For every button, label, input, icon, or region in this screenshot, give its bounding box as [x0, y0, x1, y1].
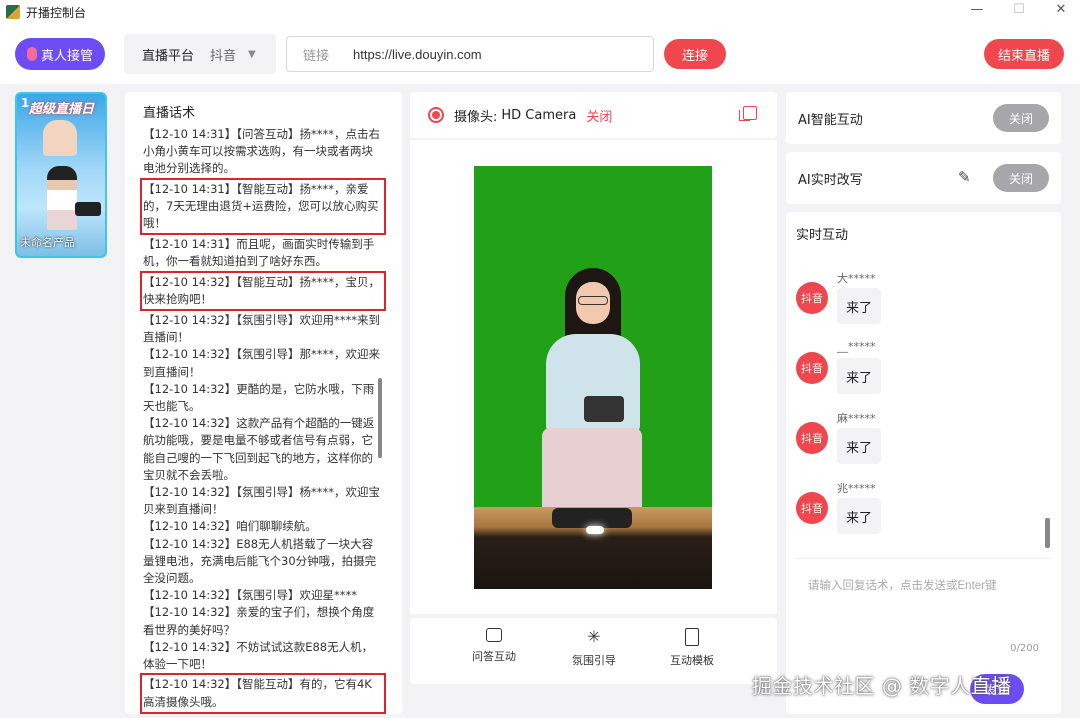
thumbnail-presenter-image	[43, 120, 77, 156]
script-item: 【12-10 14:32】【氛围引导】杨****，欢迎宝贝来到直播间！	[143, 485, 380, 517]
human-takeover-button[interactable]: 真人接管	[15, 38, 105, 70]
chat-username: 兆*****	[837, 482, 876, 495]
message-icon	[486, 628, 502, 642]
function-tabs: 问答互动 ✳ 氛围引导 互动模板	[410, 618, 777, 684]
chat-username: 大*****	[837, 272, 876, 285]
ai-rewrite-toggle[interactable]: 关闭	[993, 164, 1049, 192]
chat-username: 麻*****	[837, 412, 876, 425]
script-panel-title: 直播话术	[143, 106, 196, 121]
camera-bar: 摄像头: HD Camera 关闭	[410, 92, 777, 138]
script-item: 【12-10 14:32】亲爱的宝子们，想换个角度看世界的美好吗？	[143, 605, 375, 637]
script-item: 【12-10 14:32】【氛围引导】欢迎用****来到直播间！	[143, 313, 380, 345]
connect-button[interactable]: 连接	[664, 39, 726, 69]
chevron-down-icon: ▼	[248, 48, 256, 60]
title-bar: 开播控制台 — ☐ ✕	[0, 0, 1080, 24]
platform-avatar: 抖音	[796, 352, 828, 384]
ai-interact-label: AI智能互动	[798, 113, 863, 128]
script-item: 【12-10 14:32】E88无人机搭载了一块大容量锂电池，充满电后能飞个30…	[143, 536, 377, 586]
tab-label: 问答互动	[472, 650, 516, 663]
tab-label: 互动模板	[670, 654, 714, 667]
chat-message: 抖音 大***** 来了	[796, 270, 1036, 330]
char-counter: 0/200	[1010, 643, 1039, 654]
chat-scrollbar[interactable]	[1045, 518, 1050, 548]
script-item: 【12-10 14:32】这款产品有个超酷的一键返航功能哦，要是电量不够或者信号…	[143, 416, 375, 482]
drone-image	[584, 396, 624, 422]
close-window-button[interactable]: ✕	[1046, 2, 1076, 17]
minimize-button[interactable]: —	[962, 2, 992, 17]
document-icon	[685, 628, 699, 646]
script-item: 【12-10 14:31】而且呢，画面实时传输到手机，你一看就知道拍到了啥好东西…	[143, 237, 375, 269]
chat-bubble: 来了	[837, 498, 881, 534]
reply-input[interactable]	[808, 577, 1040, 637]
end-live-button[interactable]: 结束直播	[984, 39, 1064, 69]
drone-image	[552, 508, 632, 528]
live-interact-title: 实时互动	[796, 228, 849, 243]
ai-interact-panel: AI智能互动 关闭	[786, 92, 1061, 144]
record-icon[interactable]	[428, 107, 444, 123]
script-item: 【12-10 14:32】【氛围引导】欢迎星****	[143, 588, 357, 603]
chat-bubble: 来了	[837, 358, 881, 394]
script-item-highlighted: 【12-10 14:32】【智能互动】扬****，宝贝，快来抢购吧！	[140, 270, 386, 312]
platform-avatar: 抖音	[796, 422, 828, 454]
platform-select[interactable]: 直播平台 抖音 ▼	[124, 34, 276, 74]
platform-label: 直播平台	[142, 48, 195, 64]
tab-template[interactable]: 互动模板	[652, 628, 732, 668]
edit-icon[interactable]: ✎	[958, 168, 971, 186]
script-item: 【12-10 14:32】咱们聊聊续航。	[143, 519, 317, 534]
thumbnail-drone-image	[75, 202, 101, 216]
chat-bubble: 来了	[837, 428, 881, 464]
camera-preview	[474, 166, 712, 589]
camera-off-button[interactable]: 关闭	[586, 106, 612, 125]
platform-value: 抖音	[210, 48, 237, 64]
chat-message: 抖音 __***** 来了	[796, 340, 1036, 400]
maximize-button[interactable]: ☐	[1004, 2, 1034, 17]
camera-name: HD Camera	[501, 107, 577, 123]
live-interact-panel: 实时互动 抖音 大***** 来了 抖音 __***** 来了 抖音 麻****…	[786, 212, 1061, 714]
script-item-highlighted: 【12-10 14:32】【智能互动】有的，它有4K高清摄像头哦。	[140, 673, 386, 714]
reply-box: 0/200	[796, 558, 1051, 662]
watermark: 掘金技术社区 @ 数字人直播	[752, 674, 1012, 698]
script-scrollbar[interactable]	[378, 378, 382, 458]
product-banner: 超级直播日	[29, 102, 95, 117]
human-takeover-label: 真人接管	[40, 48, 93, 64]
copy-icon[interactable]	[739, 106, 757, 121]
script-item: 【12-10 14:32】【氛围引导】那****，欢迎来到直播间！	[143, 347, 380, 379]
window-title: 开播控制台	[26, 5, 87, 20]
tab-qa-interaction[interactable]: 问答互动	[454, 628, 534, 664]
microphone-icon	[26, 47, 37, 61]
ai-rewrite-panel: AI实时改写 ✎ 关闭	[786, 152, 1061, 204]
chat-username: __*****	[837, 340, 876, 353]
tab-atmosphere[interactable]: ✳ 氛围引导	[554, 628, 634, 668]
camera-label: 摄像头:	[454, 109, 498, 125]
product-name: 未命名产品	[20, 236, 75, 249]
platform-avatar: 抖音	[796, 492, 828, 524]
tab-label: 氛围引导	[572, 654, 616, 667]
ai-rewrite-label: AI实时改写	[798, 173, 863, 188]
script-panel: 直播话术 【12-10 14:31】【问答互动】扬****，点击右小角小黄车可以…	[125, 92, 402, 714]
url-field: 链接	[286, 36, 654, 72]
sparkle-icon: ✳	[587, 627, 601, 646]
url-input[interactable]	[353, 46, 634, 62]
script-item: 【12-10 14:32】不妨试试这款E88无人机，体验一下吧！	[143, 639, 374, 672]
product-card[interactable]: 1 超级直播日 未命名产品	[15, 92, 107, 258]
chat-bubble: 来了	[837, 288, 881, 324]
script-item-highlighted: 【12-10 14:31】【智能互动】扬****，亲爱的，7天无理由退货+运费险…	[140, 177, 386, 236]
ai-interact-toggle[interactable]: 关闭	[993, 104, 1049, 132]
url-label: 链接	[303, 48, 330, 64]
script-item: 【12-10 14:31】【问答互动】扬****，点击右小角小黄车可以按需求选购…	[143, 127, 380, 176]
thumbnail-presenter-image	[47, 166, 77, 230]
video-preview-area	[410, 140, 777, 614]
chat-message: 抖音 兆***** 来了	[796, 480, 1036, 540]
script-list: 【12-10 14:31】【问答互动】扬****，点击右小角小黄车可以按需求选购…	[140, 126, 386, 714]
drone-light-image	[586, 526, 604, 534]
top-toolbar: 真人接管 直播平台 抖音 ▼ 链接 连接 结束直播	[0, 24, 1080, 84]
presenter-image	[542, 428, 642, 508]
app-logo-icon	[6, 5, 20, 19]
chat-message: 抖音 麻***** 来了	[796, 410, 1036, 470]
script-item: 【12-10 14:32】更酷的是，它防水哦，下雨天也能飞。	[143, 381, 375, 414]
platform-avatar: 抖音	[796, 282, 828, 314]
presenter-image	[578, 296, 608, 305]
